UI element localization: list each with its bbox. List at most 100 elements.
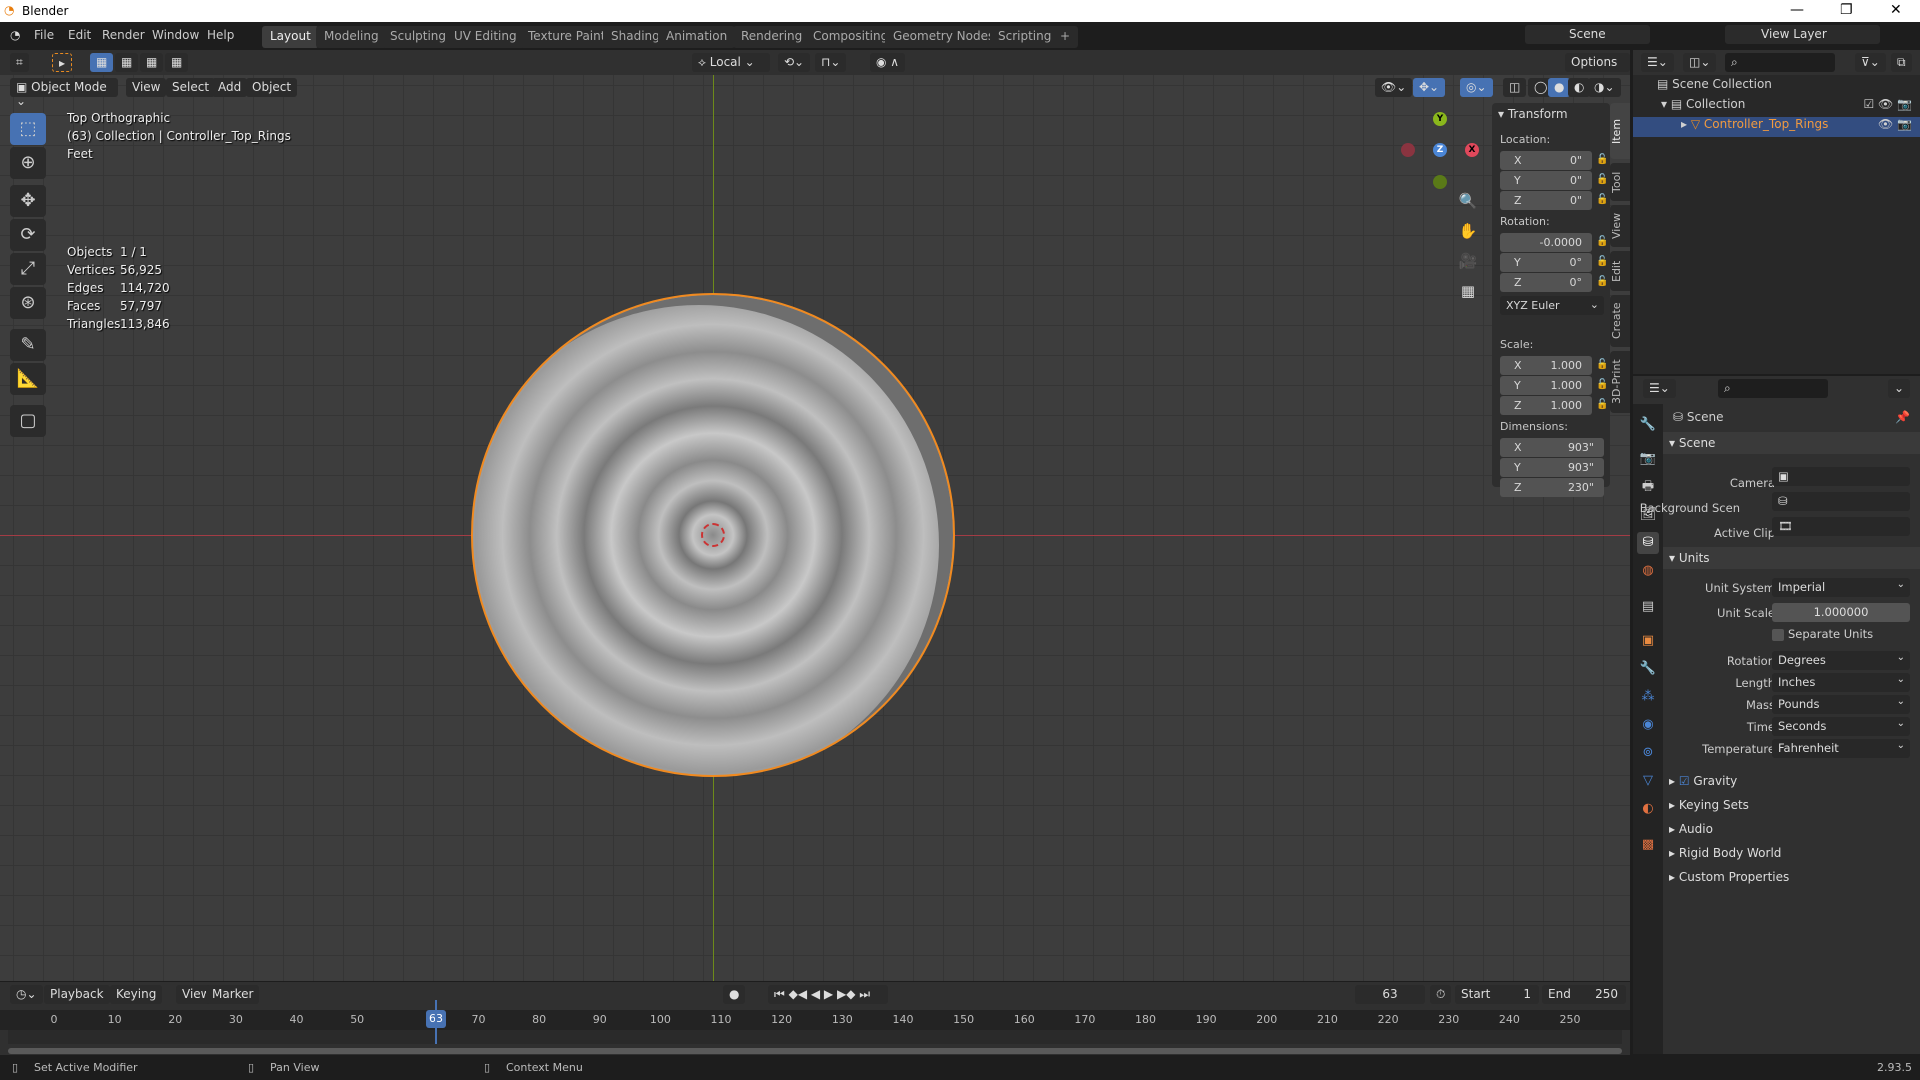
- sidebar-tab-edit[interactable]: Edit: [1610, 251, 1630, 291]
- auto-keying-button[interactable]: ●: [723, 985, 746, 1004]
- properties-tab-tool-icon[interactable]: 🔧: [1637, 414, 1659, 436]
- rotation-mode-dropdown[interactable]: XYZ Euler ⌄: [1500, 296, 1604, 315]
- dimensions-y-field[interactable]: Y 903": [1500, 458, 1604, 477]
- timeline-menu-keying[interactable]: Keying: [110, 985, 163, 1004]
- select-mode-new-icon[interactable]: ▦: [90, 53, 114, 72]
- transform-orientation-dropdown[interactable]: ⟡ Local ⌄: [692, 53, 770, 72]
- outliner-row-object[interactable]: ▸ ▽ Controller_Top_Rings 👁 📷: [1633, 117, 1920, 137]
- properties-tab-scene-icon[interactable]: ⛁: [1637, 532, 1659, 554]
- section-gravity[interactable]: ▸ ☑ Gravity: [1663, 770, 1920, 792]
- select-mode-intersect-icon[interactable]: ▦: [165, 53, 189, 72]
- camera-field[interactable]: ▣: [1772, 467, 1910, 486]
- gravity-checkbox[interactable]: ☑: [1679, 774, 1694, 788]
- tab-sculpting[interactable]: Sculpting: [382, 26, 455, 48]
- location-z-field[interactable]: Z 0": [1500, 191, 1592, 210]
- minimize-button[interactable]: —: [1790, 2, 1804, 18]
- menu-object[interactable]: Object: [246, 78, 298, 97]
- properties-editor-type[interactable]: ☰⌄: [1643, 379, 1676, 398]
- cursor-tool[interactable]: ⊕: [10, 147, 46, 179]
- tab-texture-paint[interactable]: Texture Paint: [520, 26, 614, 48]
- 3d-cursor-icon[interactable]: [701, 523, 725, 547]
- timeline-track[interactable]: [8, 1030, 1622, 1044]
- blender-menu-icon[interactable]: ◔: [10, 28, 20, 42]
- rotation-y-field[interactable]: Y 0°: [1500, 253, 1592, 272]
- time-dropdown[interactable]: Seconds ⌄: [1772, 717, 1910, 736]
- unit-system-dropdown[interactable]: Imperial ⌄: [1772, 578, 1910, 597]
- section-custom-properties[interactable]: ▸ Custom Properties: [1663, 866, 1920, 888]
- scale-lock-icon[interactable]: 🔓: [1596, 359, 1608, 370]
- maximize-button[interactable]: ❐: [1840, 2, 1853, 18]
- scale-z-field[interactable]: Z 1.000: [1500, 396, 1592, 415]
- select-box-tool[interactable]: ⬚: [10, 113, 46, 145]
- tab-uv-editing[interactable]: UV Editing: [446, 26, 525, 48]
- new-collection-icon[interactable]: ⧉: [1891, 53, 1912, 72]
- pan-hand-icon[interactable]: ✋: [1456, 222, 1480, 246]
- rotation-lock-icon[interactable]: 🔓: [1596, 276, 1608, 287]
- outliner-row-collection[interactable]: ▾ ▤ Collection ☑ 👁 📷: [1633, 97, 1920, 117]
- rotation-dropdown[interactable]: Degrees ⌄: [1772, 651, 1910, 670]
- sidebar-tab-item[interactable]: Item: [1610, 103, 1630, 159]
- gizmo-toggle-icon[interactable]: ✥⌄: [1413, 78, 1446, 97]
- properties-tab-texture-icon[interactable]: ▩: [1637, 834, 1659, 856]
- collection-toggles[interactable]: ☑ 👁 📷: [1863, 97, 1912, 111]
- menu-edit[interactable]: Edit: [68, 28, 91, 42]
- gizmo-neg-y-axis[interactable]: [1433, 175, 1447, 189]
- camera-view-icon[interactable]: 🎥: [1456, 252, 1480, 276]
- properties-tab-material-icon[interactable]: ◐: [1637, 798, 1659, 820]
- select-tool-icon[interactable]: ▸: [52, 53, 73, 72]
- scale-lock-icon[interactable]: 🔓: [1596, 379, 1608, 390]
- properties-tab-collection-icon[interactable]: ▤: [1637, 596, 1659, 618]
- properties-tab-render-icon[interactable]: 📷: [1637, 448, 1659, 470]
- timeline-menu-marker[interactable]: Marker: [206, 985, 260, 1004]
- rotate-tool[interactable]: ⟳: [10, 219, 46, 251]
- dimensions-z-field[interactable]: Z 230": [1500, 478, 1604, 497]
- location-y-field[interactable]: Y 0": [1500, 171, 1592, 190]
- snap-icon[interactable]: ⊓⌄: [815, 53, 847, 72]
- shading-rendered-icon[interactable]: ◑⌄: [1588, 78, 1621, 97]
- menu-render[interactable]: Render: [102, 28, 145, 42]
- tab-animation[interactable]: Animation: [658, 26, 736, 48]
- current-frame-field[interactable]: 63: [1355, 985, 1425, 1004]
- options-dropdown[interactable]: Options ⌄: [1565, 53, 1630, 83]
- location-x-field[interactable]: X 0": [1500, 151, 1592, 170]
- dimensions-x-field[interactable]: X 903": [1500, 438, 1604, 457]
- rotation-x-field[interactable]: -0.0000: [1500, 233, 1592, 252]
- scale-tool[interactable]: ⤢: [10, 253, 46, 285]
- mode-dropdown[interactable]: ▣ Object Mode ⌄: [10, 78, 118, 108]
- proportional-edit-icon[interactable]: ◉ ∧: [870, 53, 906, 72]
- scale-lock-icon[interactable]: 🔓: [1596, 399, 1608, 410]
- sidebar-tab-tool[interactable]: Tool: [1610, 163, 1630, 201]
- xray-icon[interactable]: ◫: [1503, 78, 1527, 97]
- close-button[interactable]: ✕: [1890, 2, 1902, 18]
- playback-controls[interactable]: ⏮ ◆◀ ◀ ▶ ▶◆ ⏭: [768, 985, 888, 1004]
- timeline-menu-playback[interactable]: Playback: [44, 985, 110, 1004]
- 3d-viewport[interactable]: ▣ Object Mode ⌄ View Select Add Object 👁…: [0, 75, 1630, 981]
- editor-type-button[interactable]: ⌗: [10, 53, 29, 72]
- outliner-search-input[interactable]: ⌕: [1725, 53, 1835, 72]
- zoom-icon[interactable]: 🔍: [1456, 192, 1480, 216]
- gizmo-y-axis[interactable]: Y: [1433, 112, 1447, 126]
- outliner-row-scene-collection[interactable]: ▤ Scene Collection: [1633, 77, 1920, 97]
- object-toggles[interactable]: 👁 📷: [1878, 117, 1912, 131]
- location-lock-icon[interactable]: 🔓: [1596, 174, 1608, 185]
- menu-window[interactable]: Window: [152, 28, 199, 42]
- tab-rendering[interactable]: Rendering: [733, 26, 811, 48]
- filter-icon[interactable]: ⊽⌄: [1855, 53, 1886, 72]
- select-mode-subtract-icon[interactable]: ▦: [140, 53, 164, 72]
- add-cube-tool[interactable]: ▢: [10, 405, 46, 437]
- section-keying-sets[interactable]: ▸ Keying Sets: [1663, 794, 1920, 816]
- timeline-editor-type[interactable]: ◷⌄: [10, 985, 43, 1004]
- timeline-scrollbar[interactable]: [8, 1048, 1622, 1054]
- measure-tool[interactable]: 📐: [10, 363, 46, 395]
- properties-tab-world-icon[interactable]: ◍: [1637, 560, 1659, 582]
- menu-help[interactable]: Help: [207, 28, 234, 42]
- menu-add[interactable]: Add: [212, 78, 248, 97]
- unit-scale-field[interactable]: 1.000000: [1772, 603, 1910, 622]
- properties-search-input[interactable]: ⌕: [1718, 379, 1828, 398]
- visibility-icon[interactable]: 👁⌄: [1375, 78, 1413, 97]
- properties-tab-output-icon[interactable]: 🖶: [1637, 476, 1659, 498]
- properties-tab-physics-icon[interactable]: ◉: [1637, 714, 1659, 736]
- rotation-z-field[interactable]: Z 0°: [1500, 273, 1592, 292]
- background-scene-field[interactable]: ⛁: [1772, 492, 1910, 511]
- scene-section-header[interactable]: ▾ Scene: [1663, 432, 1920, 454]
